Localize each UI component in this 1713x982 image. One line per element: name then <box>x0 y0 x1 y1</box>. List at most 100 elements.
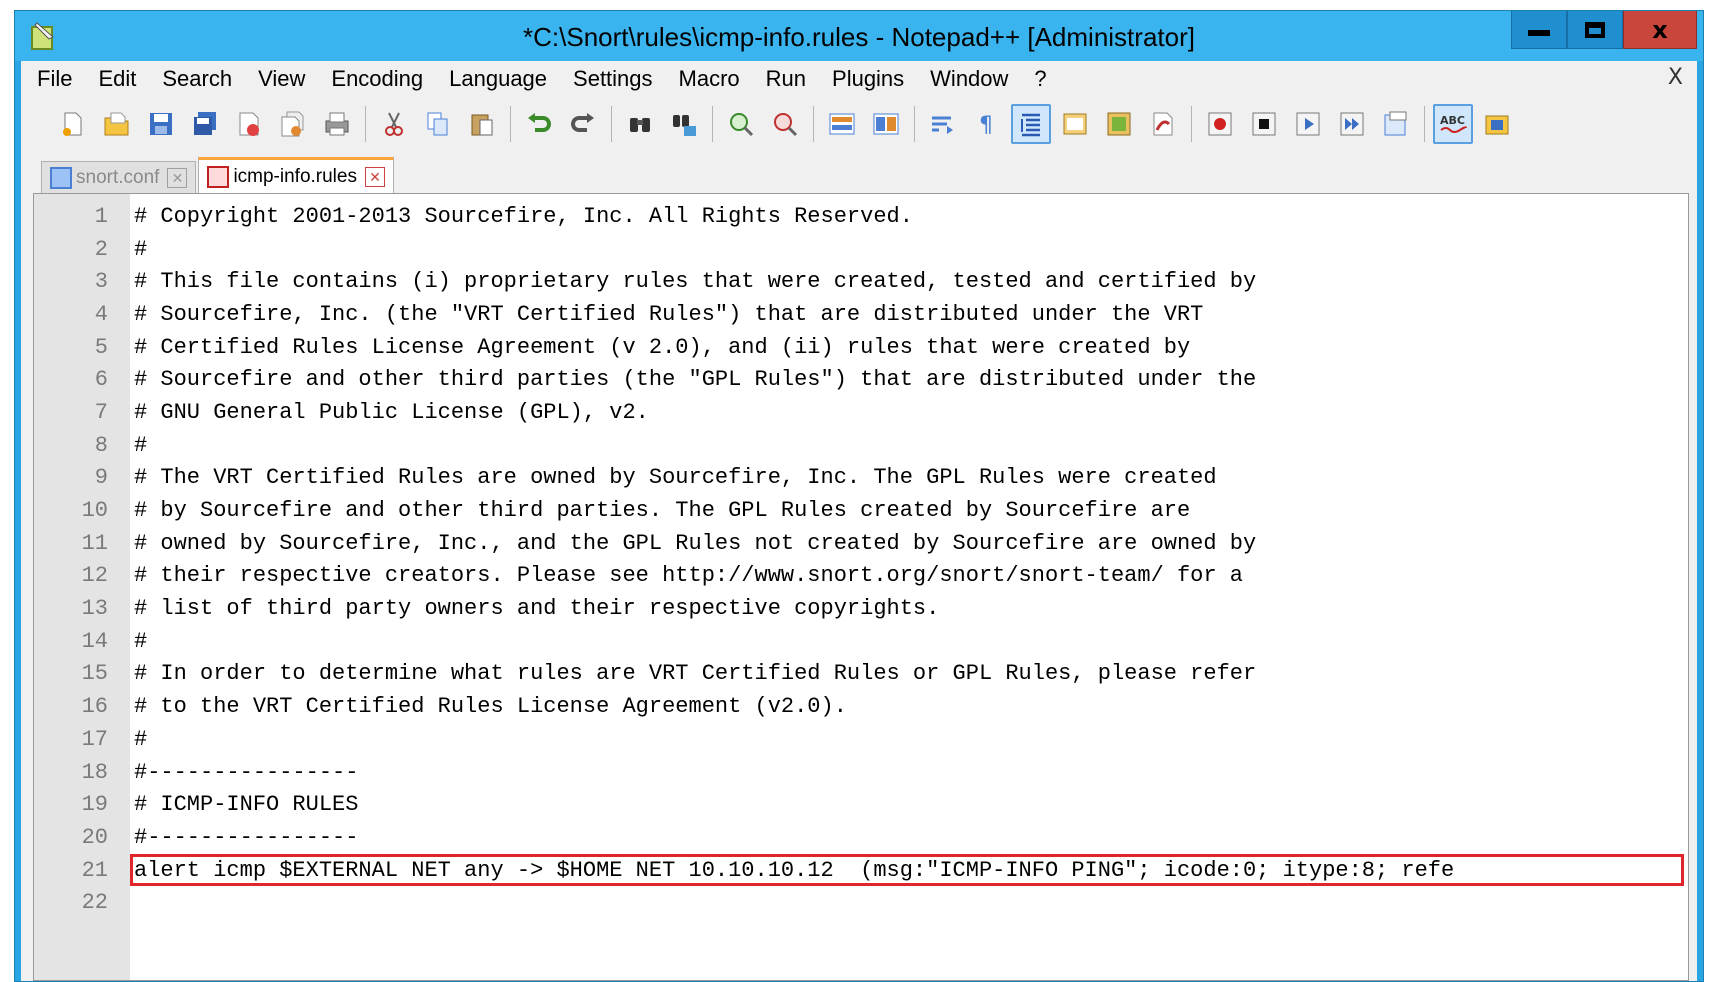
menu-language[interactable]: Language <box>449 66 547 92</box>
code-line[interactable]: 1 # Copyright 2001-2013 Sourcefire, Inc. … <box>34 200 1688 233</box>
menu-macro[interactable]: Macro <box>679 66 740 92</box>
code-line[interactable]: 15 # In order to determine what rules are… <box>34 658 1688 691</box>
line-number: 18 <box>81 759 108 785</box>
code-line[interactable]: 20 #---------------- <box>34 821 1688 854</box>
line-text: # <box>134 726 148 752</box>
menu-run[interactable]: Run <box>766 66 806 92</box>
zoom-in-icon[interactable] <box>727 110 755 138</box>
code-line[interactable]: 7 # GNU General Public License (GPL), v2. <box>34 396 1688 429</box>
redo-icon[interactable] <box>569 110 597 138</box>
stop-record-icon[interactable] <box>1250 110 1278 138</box>
undo-icon[interactable] <box>525 110 553 138</box>
word-wrap-icon[interactable] <box>929 110 957 138</box>
code-line[interactable]: 3 # This file contains (i) proprietary ru… <box>34 265 1688 298</box>
editor-lines: 1 # Copyright 2001-2013 Sourcefire, Inc. … <box>34 200 1688 919</box>
close-button[interactable]: x <box>1623 11 1697 49</box>
code-line-highlighted[interactable]: 21 alert icmp $EXTERNAL NET any -> $HOME … <box>34 853 1688 887</box>
save-macro-icon[interactable] <box>1382 110 1410 138</box>
run-macro-multiple-icon[interactable] <box>1338 110 1366 138</box>
cut-icon[interactable] <box>380 110 408 138</box>
code-line[interactable]: 22 <box>34 886 1688 919</box>
save-all-icon[interactable] <box>191 110 219 138</box>
doc-map-icon[interactable] <box>1061 110 1089 138</box>
code-line[interactable]: 12 # their respective creators. Please se… <box>34 560 1688 593</box>
line-number: 5 <box>94 334 108 360</box>
code-line[interactable]: 13 # list of third party owners and their… <box>34 592 1688 625</box>
code-line[interactable]: 4 # Sourcefire, Inc. (the "VRT Certified … <box>34 298 1688 331</box>
line-number: 16 <box>81 694 108 720</box>
line-number: 14 <box>81 628 108 654</box>
highlight-box <box>130 853 1684 887</box>
line-number: 11 <box>81 530 108 556</box>
maximize-button[interactable] <box>1567 11 1623 49</box>
find-icon[interactable] <box>626 110 654 138</box>
function-list-icon[interactable] <box>1105 110 1133 138</box>
menu-file[interactable]: File <box>37 66 72 92</box>
copy-icon[interactable] <box>424 110 452 138</box>
record-macro-icon[interactable] <box>1206 110 1234 138</box>
paste-icon[interactable] <box>468 110 496 138</box>
zoom-out-icon[interactable] <box>771 110 799 138</box>
close-icon[interactable] <box>235 110 263 138</box>
close-document-button[interactable]: X <box>1668 65 1683 90</box>
tab-label: icmp-info.rules <box>233 165 357 187</box>
toolbar-separator <box>611 106 612 142</box>
tab-icmp-info-rules[interactable]: icmp-info.rules ✕ <box>198 157 394 193</box>
code-line[interactable]: 10 # by Sourcefire and other third partie… <box>34 494 1688 527</box>
play-macro-icon[interactable] <box>1294 110 1322 138</box>
line-number: 3 <box>94 269 108 295</box>
code-line[interactable]: 9 # The VRT Certified Rules are owned by … <box>34 462 1688 495</box>
code-line[interactable]: 18 #---------------- <box>34 756 1688 789</box>
menu-help[interactable]: ? <box>1034 66 1046 92</box>
document-tab-bar: snort.conf ✕ icmp-info.rules ✕ <box>41 157 1697 193</box>
text-editor[interactable]: 1 # Copyright 2001-2013 Sourcefire, Inc. … <box>33 193 1689 981</box>
toolbar-separator <box>1424 106 1425 142</box>
sync-vertical-icon[interactable] <box>828 110 856 138</box>
minimize-button[interactable] <box>1511 11 1567 49</box>
code-line[interactable]: 14 # <box>34 625 1688 658</box>
print-icon[interactable] <box>323 110 351 138</box>
line-text: # ICMP-INFO RULES <box>134 792 359 818</box>
line-text: # This file contains (i) proprietary rul… <box>134 269 1257 295</box>
replace-icon[interactable] <box>670 110 698 138</box>
code-line[interactable]: 8 # <box>34 429 1688 462</box>
toolbar-separator <box>914 106 915 142</box>
sync-horizontal-icon[interactable] <box>872 110 900 138</box>
spell-check-button[interactable]: ABC <box>1433 104 1473 144</box>
line-text: # their respective creators. Please see … <box>134 563 1243 589</box>
code-line[interactable]: 19 # ICMP-INFO RULES <box>34 788 1688 821</box>
code-line[interactable]: 5 # Certified Rules License Agreement (v … <box>34 331 1688 364</box>
menu-view[interactable]: View <box>258 66 305 92</box>
line-text: # Certified Rules License Agreement (v 2… <box>134 334 1191 360</box>
menu-edit[interactable]: Edit <box>98 66 136 92</box>
tab-close-icon[interactable]: ✕ <box>167 167 188 188</box>
show-all-chars-icon[interactable]: ¶ <box>973 110 1001 138</box>
code-line[interactable]: 17 # <box>34 723 1688 756</box>
line-text: # to the VRT Certified Rules License Agr… <box>134 694 847 720</box>
maximize-icon <box>1585 21 1605 38</box>
plugin-icon[interactable] <box>1483 110 1511 138</box>
title-bar[interactable]: *C:\Snort\rules\icmp-info.rules - Notepa… <box>15 11 1703 61</box>
menu-encoding[interactable]: Encoding <box>331 66 423 92</box>
line-number: 2 <box>94 236 108 262</box>
tab-snort-conf[interactable]: snort.conf ✕ <box>41 161 197 193</box>
code-line[interactable]: 2 # <box>34 233 1688 266</box>
open-file-icon[interactable] <box>103 110 131 138</box>
menu-search[interactable]: Search <box>162 66 232 92</box>
menu-window[interactable]: Window <box>930 66 1008 92</box>
folder-workspace-icon[interactable] <box>1149 110 1177 138</box>
line-text: # <box>134 432 148 458</box>
menu-plugins[interactable]: Plugins <box>832 66 904 92</box>
save-icon[interactable] <box>147 110 175 138</box>
line-text: # Sourcefire, Inc. (the "VRT Certified R… <box>134 301 1204 327</box>
code-line[interactable]: 11 # owned by Sourcefire, Inc., and the G… <box>34 527 1688 560</box>
toolbar-separator <box>1191 106 1192 142</box>
tab-close-icon[interactable]: ✕ <box>364 166 385 187</box>
menu-settings[interactable]: Settings <box>573 66 653 92</box>
close-all-icon[interactable] <box>279 110 307 138</box>
line-text: # The VRT Certified Rules are owned by S… <box>134 465 1217 491</box>
new-file-icon[interactable] <box>59 110 87 138</box>
indent-guide-button[interactable] <box>1011 104 1051 144</box>
code-line[interactable]: 16 # to the VRT Certified Rules License A… <box>34 690 1688 723</box>
code-line[interactable]: 6 # Sourcefire and other third parties (t… <box>34 363 1688 396</box>
